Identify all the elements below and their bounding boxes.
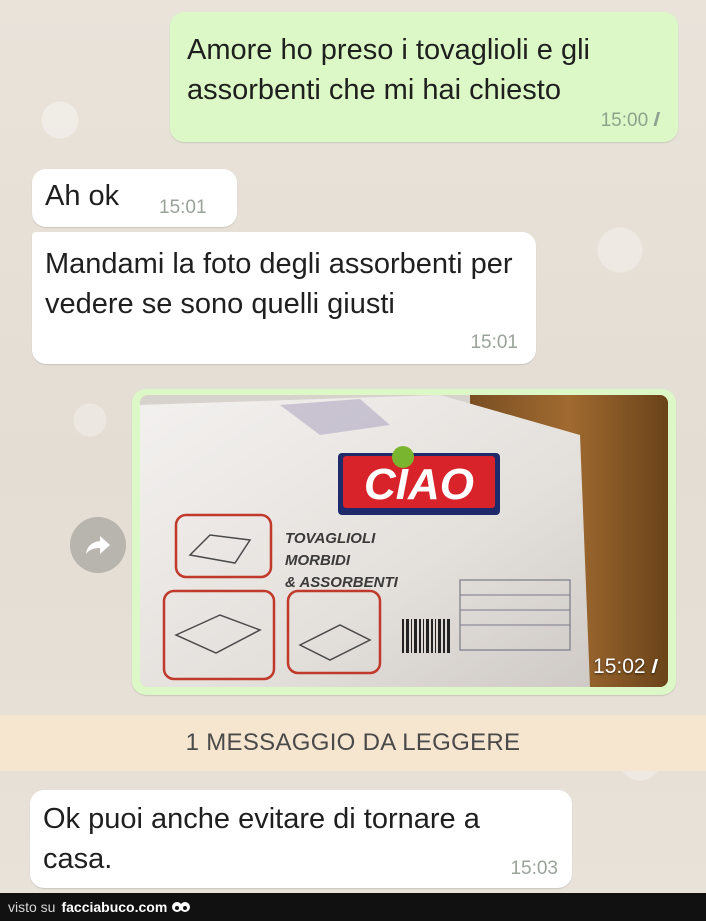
forward-arrow-icon [86,536,110,554]
message-text: Mandami la foto degli assorbenti per ved… [45,248,513,320]
watermark-site: facciabuco.com [61,899,168,915]
watermark-footer: visto su facciabuco.com [0,893,706,921]
watermark-prefix: visto su [8,899,56,915]
photo-attachment[interactable]: CIAO TOVAGLIOLI MORBIDI & ASSORBENTI 15:… [140,395,668,687]
message-bubble-image[interactable]: CIAO TOVAGLIOLI MORBIDI & ASSORBENTI 15:… [132,389,676,695]
unread-messages-banner: 1 MESSAGGIO DA LEGGERE [0,715,706,771]
time-label: 15:02 [593,655,646,678]
message-time: 15:02 // [593,655,657,679]
message-time: 15:03 [510,858,558,879]
message-time: 15:01 [470,332,518,353]
message-bubble-incoming[interactable]: Mandami la foto degli assorbenti per ved… [32,232,536,364]
brand-text: CIAO [364,460,474,509]
product-text: MORBIDI [285,552,351,569]
message-bubble-outgoing[interactable]: Amore ho preso i tovaglioli e gli assorb… [170,12,678,142]
product-text: TOVAGLIOLI [285,530,376,547]
facciabuco-logo-icon [172,902,191,912]
message-time: 15:00 // [600,110,660,132]
message-bubble-incoming[interactable]: Ok puoi anche evitare di tornare a casa.… [30,790,572,888]
product-text: & ASSORBENTI [285,574,399,591]
time-label: 15:00 [600,110,649,131]
message-bubble-incoming[interactable]: Ah ok 15:01 [32,169,237,227]
message-time: 15:01 [159,197,207,218]
message-text: Ah ok [45,180,120,212]
brand-logo: CIAO [338,446,500,515]
message-text: Ok puoi anche evitare di tornare a casa. [43,803,480,875]
unread-banner-text: 1 MESSAGGIO DA LEGGERE [185,729,521,756]
double-check-icon: // [653,110,659,131]
forward-button[interactable] [70,517,126,573]
double-check-icon: // [651,657,657,678]
message-text: Amore ho preso i tovaglioli e gli assorb… [187,34,590,106]
photo-content: CIAO TOVAGLIOLI MORBIDI & ASSORBENTI [140,395,668,687]
